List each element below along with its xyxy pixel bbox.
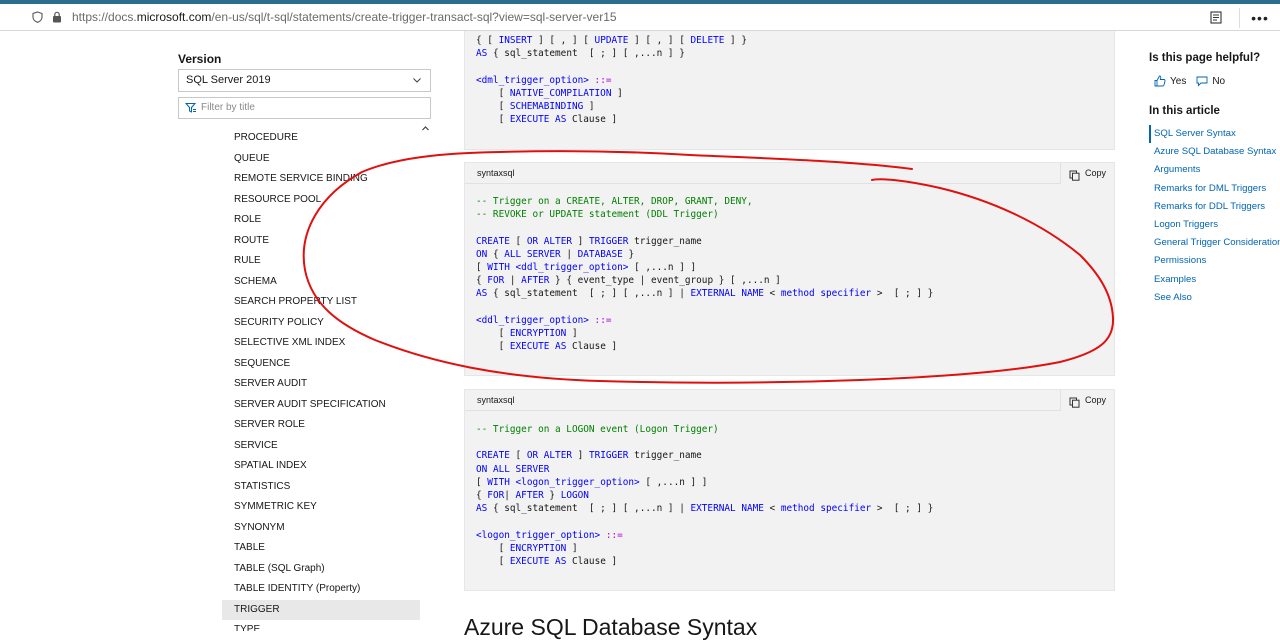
article-outline: SQL Server Syntax Azure SQL Database Synt… [1149,125,1280,307]
article-outline-link[interactable]: Permissions [1149,252,1280,270]
lock-icon[interactable] [50,10,64,24]
toolbar-separator [1239,7,1240,28]
toc-item[interactable]: ROUTE [222,231,420,252]
toc-item[interactable]: SEQUENCE [222,354,420,375]
code-header: syntaxsql Copy [465,163,1114,184]
toc-item[interactable]: QUEUE [222,149,420,170]
copy-button[interactable]: Copy [1059,390,1114,411]
toc-item[interactable]: SERVER AUDIT SPECIFICATION [222,395,420,416]
toc-item[interactable]: TYPE [222,620,420,631]
code-header: syntaxsql Copy [465,390,1114,411]
copy-label: Copy [1084,168,1106,178]
toc-item[interactable]: SERVER AUDIT [222,374,420,395]
toc-item[interactable]: SYNONYM [222,518,420,539]
comment-icon[interactable] [1196,75,1208,87]
chevron-down-icon [411,74,423,86]
article-outline-link[interactable]: Examples [1149,271,1280,289]
shield-icon[interactable] [30,10,44,24]
code-content: { [ INSERT ] [ , ] [ UPDATE ] [ , ] [ DE… [476,35,747,126]
copy-icon [1069,168,1080,181]
version-select[interactable]: SQL Server 2019 [178,69,431,92]
code-content: -- Trigger on a LOGON event (Logon Trigg… [476,424,934,568]
code-content: -- Trigger on a CREATE, ALTER, DROP, GRA… [476,196,934,353]
toc-list: PROCEDURE QUEUE REMOTE SERVICE BINDING RESO… [222,128,420,631]
toc-item[interactable]: SERVER ROLE [222,415,420,436]
toc-scrollbar[interactable] [420,124,431,631]
no-button[interactable]: No [1212,76,1225,87]
thumbs-up-icon[interactable] [1154,75,1166,87]
article-outline-link[interactable]: Remarks for DDL Triggers [1149,198,1280,216]
version-label: Version [178,52,222,66]
article-outline-link[interactable]: Arguments [1149,161,1280,179]
toc-item[interactable]: SPATIAL INDEX [222,456,420,477]
toc-item[interactable]: REMOTE SERVICE BINDING [222,169,420,190]
article-outline-link[interactable]: General Trigger Considerations [1149,234,1280,252]
toc-item[interactable]: SERVICE [222,436,420,457]
address-bar[interactable]: https://docs.microsoft.com/en-us/sql/t-s… [0,4,1280,31]
toc-item[interactable]: TABLE [222,538,420,559]
copy-button[interactable]: Copy [1059,163,1114,184]
toc-item[interactable]: PROCEDURE [222,128,420,149]
url-text[interactable]: https://docs.microsoft.com/en-us/sql/t-s… [72,10,617,24]
toc-item[interactable]: SCHEMA [222,272,420,293]
article-outline-link[interactable]: Logon Triggers [1149,216,1280,234]
copy-label: Copy [1084,395,1106,405]
article-outline-link[interactable]: SQL Server Syntax [1149,125,1280,144]
code-block-dml: { [ INSERT ] [ , ] [ UPDATE ] [ , ] [ DE… [464,31,1115,150]
toc-item[interactable]: SELECTIVE XML INDEX [222,333,420,354]
yes-button[interactable]: Yes [1170,76,1186,87]
reader-view-icon[interactable] [1203,7,1229,29]
filter-input[interactable]: Filter by title [178,97,431,119]
code-language-label: syntaxsql [477,168,515,178]
article-outline-link[interactable]: Azure SQL Database Syntax [1149,143,1280,161]
toc-item[interactable]: SYMMETRIC KEY [222,497,420,518]
toc-item[interactable]: RULE [222,251,420,272]
toc-item[interactable]: ROLE [222,210,420,231]
section-heading: Azure SQL Database Syntax [464,614,758,640]
article-outline-link[interactable]: See Also [1149,289,1280,307]
toc-item[interactable]: SEARCH PROPERTY LIST [222,292,420,313]
code-block-ddl: syntaxsql Copy -- Trigger on a CREATE, A… [464,162,1115,376]
toc-item[interactable]: RESOURCE POOL [222,190,420,211]
copy-icon [1069,395,1080,408]
code-block-logon: syntaxsql Copy -- Trigger on a LOGON eve… [464,389,1115,591]
toc-item[interactable]: TABLE (SQL Graph) [222,559,420,580]
toc-item[interactable]: TRIGGER [222,599,420,620]
helpful-title: Is this page helpful? [1149,52,1261,64]
toc-item[interactable]: TABLE IDENTITY (Property) [222,579,420,600]
in-this-article-title: In this article [1149,105,1220,117]
toc-item[interactable]: STATISTICS [222,477,420,498]
code-language-label: syntaxsql [477,395,515,405]
filter-placeholder: Filter by title [201,102,255,113]
toc-item[interactable]: SECURITY POLICY [222,313,420,334]
version-selected-value: SQL Server 2019 [186,74,271,86]
filter-icon [184,102,197,114]
feedback-vote: Yes No [1154,75,1235,87]
chevron-up-icon[interactable] [421,124,430,135]
more-options-button[interactable]: ••• [1246,7,1274,29]
article-outline-link[interactable]: Remarks for DML Triggers [1149,180,1280,198]
